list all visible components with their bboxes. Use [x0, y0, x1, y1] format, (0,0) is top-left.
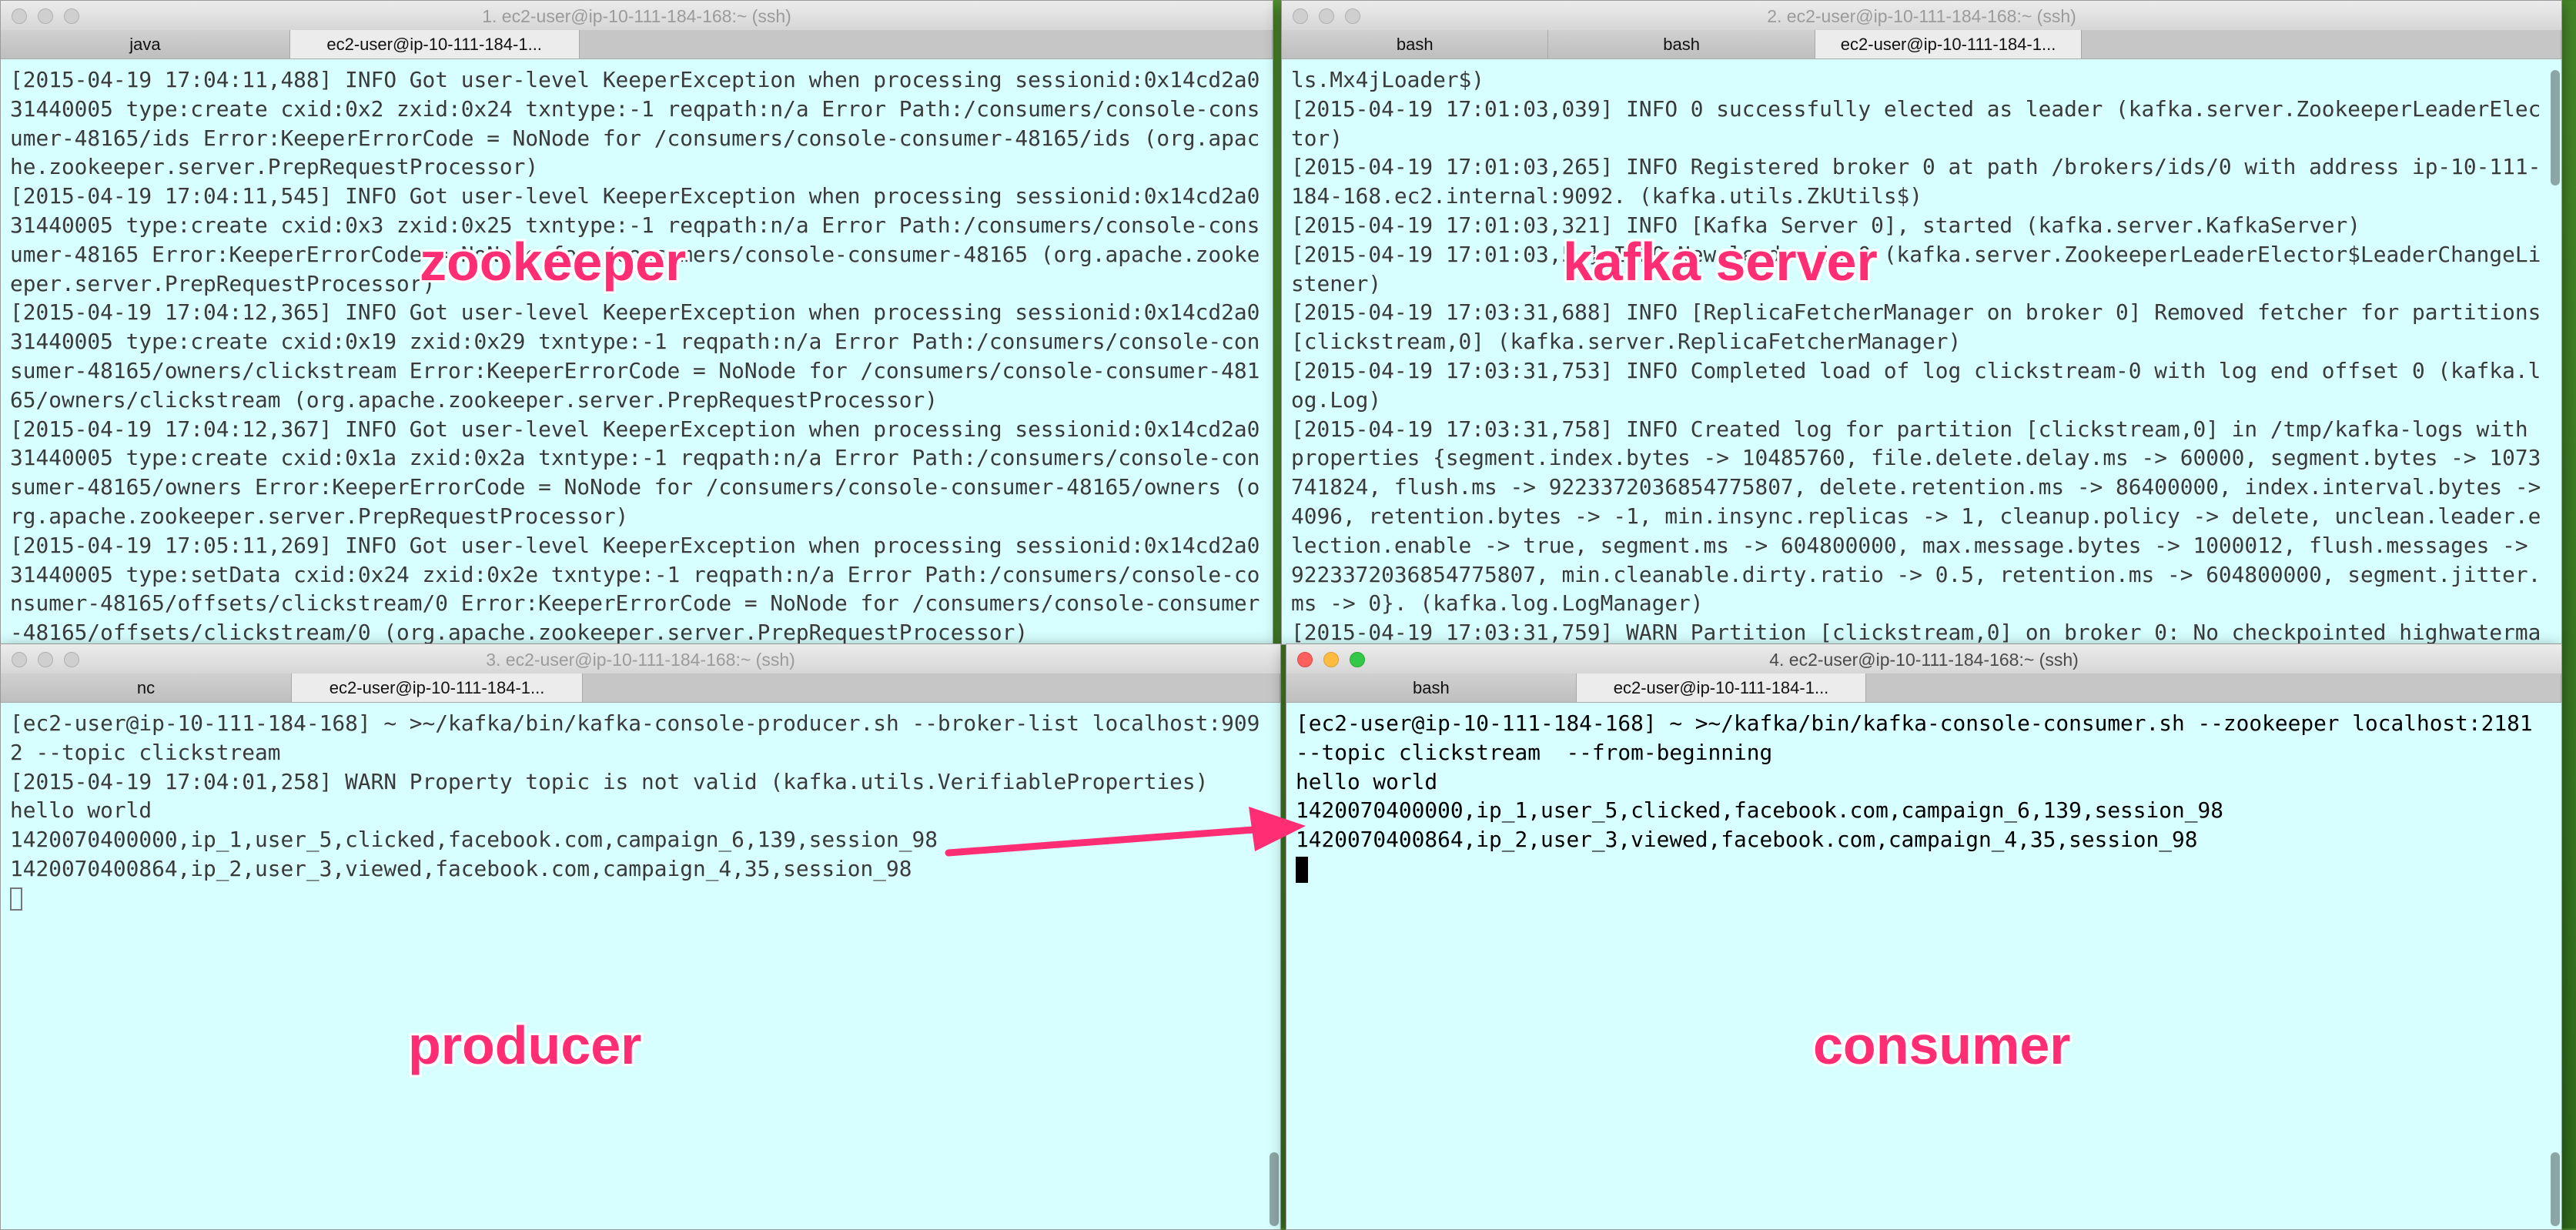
tab-java[interactable]: java: [1, 30, 290, 58]
terminal-output[interactable]: [ec2-user@ip-10-111-184-168] ~ >~/kafka/…: [1286, 703, 2561, 1229]
tab-empty: [579, 30, 1273, 58]
log-line: [2015-04-19 17:05:11,269] INFO Got user-…: [10, 532, 1260, 644]
tab-bash-2[interactable]: bash: [1548, 30, 1815, 58]
tab-ssh[interactable]: ec2-user@ip-10-111-184-1...: [289, 30, 580, 58]
tab-bash[interactable]: bash: [1286, 673, 1577, 702]
log-line: [2015-04-19 17:04:12,367] INFO Got user-…: [10, 416, 1260, 529]
text-cursor: [10, 887, 22, 911]
window-title: 2. ec2-user@ip-10-111-184-168:~ (ssh): [1767, 6, 2076, 26]
log-line: [2015-04-19 17:04:11,488] INFO Got user-…: [10, 67, 1260, 180]
label-kafka-server: kafka server: [1563, 232, 1878, 292]
tab-empty: [2082, 30, 2561, 58]
tab-bar: nc ec2-user@ip-10-111-184-1...: [1, 673, 1280, 703]
tab-empty: [1866, 673, 2561, 702]
log-line: [2015-04-19 17:01:03,321] INFO [Kafka Se…: [1291, 212, 2361, 238]
log-line: [2015-04-19 17:03:31,759] WARN Partition…: [1291, 620, 2541, 644]
tab-bash-1[interactable]: bash: [1282, 30, 1549, 58]
message-line: 1420070400000,ip_1,user_5,clicked,facebo…: [10, 827, 938, 853]
cursor-line: [1296, 854, 2552, 884]
tab-bar: bash bash ec2-user@ip-10-111-184-1...: [1282, 30, 2561, 59]
title-bar[interactable]: 3. ec2-user@ip-10-111-184-168:~ (ssh): [1, 644, 1280, 674]
log-line: [2015-04-19 17:01:03,265] INFO Registere…: [1291, 154, 2541, 209]
log-line: [2015-04-19 17:01:03,039] INFO 0 success…: [1291, 95, 2541, 151]
message-line: 1420070400864,ip_2,user_3,viewed,faceboo…: [10, 855, 912, 881]
terminal-window-producer[interactable]: 3. ec2-user@ip-10-111-184-168:~ (ssh) nc…: [0, 643, 1281, 1230]
tab-bar: java ec2-user@ip-10-111-184-1...: [1, 30, 1273, 59]
log-line: [2015-04-19 17:03:31,758] INFO Created l…: [1291, 416, 2554, 617]
cursor-line: [10, 884, 1271, 913]
tab-empty: [583, 673, 1280, 702]
log-line: [2015-04-19 17:04:01,258] WARN Property …: [10, 768, 1209, 794]
title-bar[interactable]: 1. ec2-user@ip-10-111-184-168:~ (ssh): [1, 1, 1273, 31]
label-producer: producer: [408, 1015, 642, 1075]
text-cursor: [1296, 856, 1308, 883]
terminal-output[interactable]: ls.Mx4jLoader$) [2015-04-19 17:01:03,039…: [1282, 59, 2561, 644]
window-title: 1. ec2-user@ip-10-111-184-168:~ (ssh): [482, 6, 791, 26]
log-line: [2015-04-19 17:03:31,688] INFO [ReplicaF…: [1291, 299, 2554, 355]
terminal-window-consumer[interactable]: 4. ec2-user@ip-10-111-184-168:~ (ssh) ba…: [1286, 643, 2562, 1230]
title-bar[interactable]: 4. ec2-user@ip-10-111-184-168:~ (ssh): [1286, 644, 2561, 674]
terminal-window-kafka-server[interactable]: 2. ec2-user@ip-10-111-184-168:~ (ssh) ba…: [1281, 0, 2562, 645]
window-title: 3. ec2-user@ip-10-111-184-168:~ (ssh): [486, 650, 795, 670]
message-line: hello world: [10, 797, 152, 824]
terminal-output[interactable]: [2015-04-19 17:04:11,488] INFO Got user-…: [1, 59, 1273, 644]
window-title: 4. ec2-user@ip-10-111-184-168:~ (ssh): [1769, 650, 2079, 670]
scrollbar[interactable]: [1270, 1152, 1279, 1226]
message-line: 1420070400000,ip_1,user_5,clicked,facebo…: [1296, 797, 2223, 824]
terminal-window-zookeeper[interactable]: 1. ec2-user@ip-10-111-184-168:~ (ssh) ja…: [0, 0, 1273, 645]
command-line: [ec2-user@ip-10-111-184-168] ~ >~/kafka/…: [1296, 710, 2546, 765]
scrollbar[interactable]: [2551, 70, 2560, 186]
title-bar[interactable]: 2. ec2-user@ip-10-111-184-168:~ (ssh): [1282, 1, 2561, 31]
log-line: ls.Mx4jLoader$): [1291, 67, 1485, 92]
tab-ssh[interactable]: ec2-user@ip-10-111-184-1...: [1576, 673, 1867, 702]
message-line: hello world: [1296, 768, 1438, 794]
scrollbar[interactable]: [2551, 1152, 2560, 1226]
log-line: [2015-04-19 17:01:03,5…] INFO New leader…: [1291, 241, 2541, 296]
log-line: [2015-04-19 17:04:12,365] INFO Got user-…: [10, 299, 1260, 413]
log-line: [2015-04-19 17:03:31,753] INFO Completed…: [1291, 357, 2541, 413]
terminal-output[interactable]: [ec2-user@ip-10-111-184-168] ~ >~/kafka/…: [1, 703, 1280, 1229]
label-consumer: consumer: [1813, 1015, 2071, 1075]
label-zookeeper: zookeeper: [420, 232, 687, 292]
tab-ssh[interactable]: ec2-user@ip-10-111-184-1...: [292, 673, 584, 702]
message-line: 1420070400864,ip_2,user_3,viewed,faceboo…: [1296, 827, 2198, 853]
tab-bar: bash ec2-user@ip-10-111-184-1...: [1286, 673, 2561, 703]
tab-nc[interactable]: nc: [1, 673, 293, 702]
command-line: [ec2-user@ip-10-111-184-168] ~ >~/kafka/…: [10, 710, 1260, 765]
tab-ssh[interactable]: ec2-user@ip-10-111-184-1...: [1815, 30, 2083, 58]
